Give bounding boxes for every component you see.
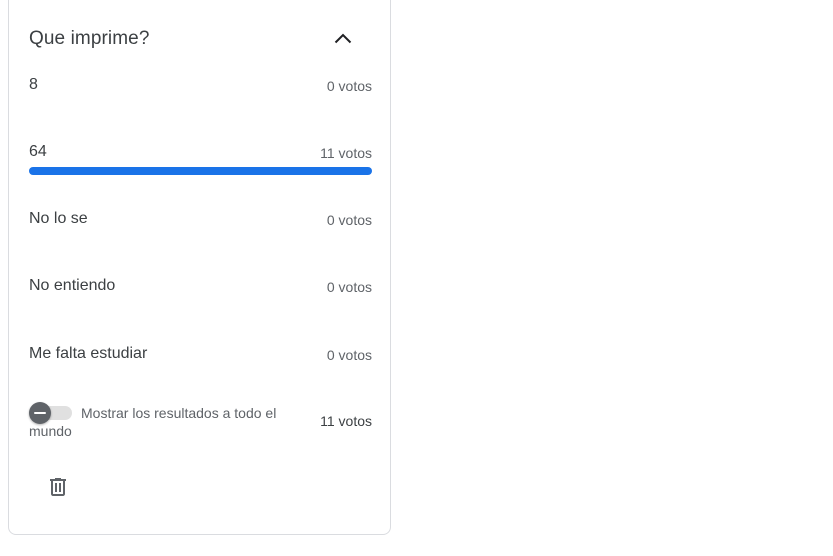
option-votes: 0 votos [326, 212, 372, 228]
option-label: No entiendo [29, 277, 116, 294]
option-votes: 0 votos [326, 279, 372, 295]
option-label: 8 [29, 76, 38, 93]
option-votes: 11 votos [320, 145, 372, 161]
show-results-toggle[interactable] [29, 402, 73, 424]
poll-option[interactable]: 8 0 votos [29, 76, 372, 106]
collapse-button[interactable] [326, 22, 360, 56]
delete-button[interactable] [42, 471, 74, 503]
option-progress-bar [29, 234, 372, 242]
option-progress-bar [29, 301, 372, 309]
show-results-row: Mostrar los resultados a todo el mundo 1… [29, 402, 372, 443]
total-votes: 11 votos [320, 413, 372, 429]
option-label: 64 [29, 143, 47, 160]
poll-option[interactable]: 64 11 votos [29, 143, 372, 175]
toggle-thumb [29, 402, 51, 424]
poll-option[interactable]: No lo se 0 votos [29, 210, 372, 240]
option-progress-bar [29, 369, 372, 377]
poll-question: Que imprime? [29, 28, 150, 49]
chevron-up-icon [334, 33, 352, 44]
option-votes: 0 votos [326, 347, 372, 363]
option-votes: 0 votos [326, 78, 372, 94]
option-progress-fill [29, 167, 372, 175]
trash-icon [50, 478, 66, 496]
poll-option[interactable]: Me falta estudiar 0 votos [29, 345, 372, 375]
option-label: No lo se [29, 210, 88, 227]
poll-option[interactable]: No entiendo 0 votos [29, 277, 372, 307]
option-progress-bar [29, 100, 372, 108]
option-label: Me falta estudiar [29, 345, 148, 362]
option-progress-bar [29, 167, 372, 175]
